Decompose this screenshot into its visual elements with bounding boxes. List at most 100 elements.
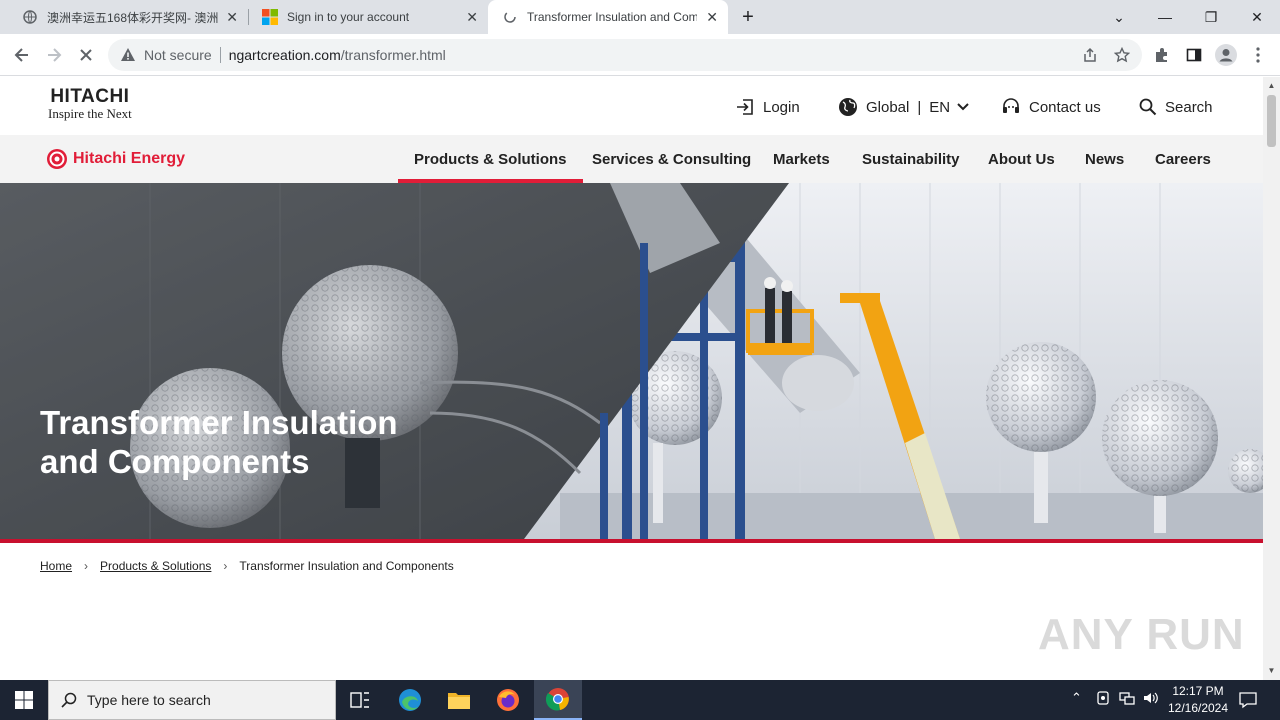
close-tab-icon[interactable]: ✕ bbox=[466, 9, 478, 26]
folder-icon bbox=[448, 693, 470, 709]
side-panel-button[interactable] bbox=[1181, 42, 1207, 68]
loading-spinner-icon bbox=[504, 11, 516, 23]
task-view-button[interactable] bbox=[336, 680, 384, 720]
close-tab-icon[interactable]: ✕ bbox=[226, 9, 238, 26]
headset-icon bbox=[1003, 98, 1019, 113]
tab-title: Transformer Insulation and Com bbox=[527, 10, 697, 24]
browser-tab-3[interactable]: Transformer Insulation and Com ✕ bbox=[488, 0, 728, 34]
scroll-up-icon[interactable]: ▲ bbox=[1267, 81, 1276, 90]
back-button[interactable] bbox=[9, 42, 35, 68]
start-button[interactable] bbox=[0, 680, 48, 720]
plus-icon: + bbox=[742, 5, 754, 28]
language-label: EN bbox=[929, 98, 951, 116]
nav-about-us[interactable]: About Us bbox=[988, 135, 1055, 183]
tab-search-button[interactable]: ⌄ bbox=[1096, 0, 1142, 34]
volume-icon[interactable] bbox=[1142, 690, 1158, 706]
nav-services-consulting[interactable]: Services & Consulting bbox=[592, 135, 751, 183]
login-link[interactable]: Login bbox=[735, 96, 800, 118]
show-hidden-icons-icon[interactable]: ⌃ bbox=[1071, 690, 1082, 706]
browser-toolbar: Not secure ngartcreation.com/transformer… bbox=[0, 34, 1280, 76]
stop-loading-button[interactable] bbox=[73, 42, 99, 68]
login-label: Login bbox=[763, 98, 800, 116]
browser-menu-button[interactable] bbox=[1245, 42, 1271, 68]
chevron-down-icon bbox=[957, 103, 969, 111]
task-view-icon bbox=[350, 692, 369, 708]
device-icon[interactable] bbox=[1096, 690, 1110, 706]
breadcrumb-home[interactable]: Home bbox=[40, 559, 72, 573]
nav-markets[interactable]: Markets bbox=[773, 135, 830, 183]
hitachi-logo[interactable]: HITACHI Inspire the Next bbox=[48, 87, 132, 121]
nav-products-solutions[interactable]: Products & Solutions bbox=[398, 135, 582, 183]
nav-news[interactable]: News bbox=[1085, 135, 1124, 183]
region-divider: | bbox=[917, 98, 922, 116]
hero-title-line-1: Transformer Insulation bbox=[40, 404, 398, 441]
anyrun-watermark: ANY RUN bbox=[1038, 610, 1245, 659]
chevron-down-icon: ⌄ bbox=[1113, 8, 1125, 25]
search-label: Search bbox=[1165, 98, 1213, 116]
forward-button[interactable] bbox=[41, 42, 67, 68]
taskbar-search-placeholder: Type here to search bbox=[87, 692, 211, 708]
network-icon[interactable] bbox=[1119, 690, 1135, 706]
avatar-icon bbox=[1215, 44, 1237, 66]
nav-careers[interactable]: Careers bbox=[1155, 135, 1211, 183]
globe-icon bbox=[23, 10, 37, 24]
notification-icon[interactable] bbox=[1239, 691, 1257, 709]
hero-title-line-2: and Components bbox=[40, 443, 310, 480]
breadcrumb-current: Transformer Insulation and Components bbox=[239, 559, 454, 573]
chrome-icon bbox=[546, 688, 569, 711]
firefox-taskbar-button[interactable] bbox=[484, 680, 532, 720]
site-search-link[interactable]: Search bbox=[1139, 96, 1213, 118]
tab-title: Sign in to your account bbox=[287, 10, 410, 24]
bookmark-star-icon[interactable] bbox=[1114, 47, 1130, 63]
region-selector[interactable]: Global | EN bbox=[838, 96, 969, 118]
contact-link[interactable]: Contact us bbox=[1001, 96, 1101, 118]
tab-title: 澳洲幸运五168体彩开奖网- 澳洲 bbox=[47, 10, 219, 25]
globe-icon bbox=[839, 98, 857, 116]
arrow-right-icon bbox=[48, 48, 62, 62]
file-explorer-taskbar-button[interactable] bbox=[435, 680, 483, 720]
browser-tab-2[interactable]: Sign in to your account ✕ bbox=[248, 0, 488, 34]
url-path: /transformer.html bbox=[340, 47, 446, 63]
brand-name: HITACHI bbox=[50, 86, 130, 107]
restore-icon: ❐ bbox=[1204, 8, 1218, 25]
puzzle-icon bbox=[1156, 48, 1167, 62]
sub-brand-label: Hitachi Energy bbox=[73, 150, 186, 167]
hero-accent-line bbox=[0, 539, 1263, 543]
address-bar[interactable]: Not secure ngartcreation.com/transformer… bbox=[108, 39, 1142, 71]
windows-logo-icon bbox=[15, 691, 33, 709]
extensions-button[interactable] bbox=[1149, 42, 1175, 68]
browser-tab-1[interactable]: 澳洲幸运五168体彩开奖网- 澳洲 ✕ bbox=[8, 0, 248, 34]
hero-title: Transformer Insulation and Components bbox=[40, 403, 460, 481]
url-host: ngartcreation.com bbox=[228, 47, 341, 63]
hitachi-energy-logo[interactable]: Hitachi Energy bbox=[46, 148, 185, 170]
side-panel-icon bbox=[1186, 48, 1202, 62]
close-tab-icon[interactable]: ✕ bbox=[706, 9, 718, 26]
microsoft-icon bbox=[262, 9, 278, 25]
nav-sustainability[interactable]: Sustainability bbox=[862, 135, 960, 183]
search-icon bbox=[61, 692, 77, 708]
share-icon[interactable] bbox=[1082, 47, 1098, 63]
profile-button[interactable] bbox=[1213, 42, 1239, 68]
close-icon: ✕ bbox=[1251, 8, 1263, 25]
scroll-down-icon[interactable]: ▼ bbox=[1267, 666, 1276, 675]
breadcrumb: Home › Products & Solutions › Transforme… bbox=[40, 559, 454, 573]
restore-button[interactable]: ❐ bbox=[1188, 0, 1234, 34]
address-divider bbox=[219, 47, 221, 63]
minimize-button[interactable]: — bbox=[1142, 0, 1188, 34]
windows-taskbar: Type here to search ⌃ 12:17 PM 12/16/202… bbox=[0, 680, 1280, 720]
taskbar-clock[interactable]: 12:17 PM 12/16/2024 bbox=[1160, 683, 1236, 717]
page-scrollbar[interactable]: ▲ ▼ bbox=[1263, 77, 1280, 680]
scrollbar-thumb[interactable] bbox=[1267, 95, 1276, 147]
brand-tagline: Inspire the Next bbox=[48, 106, 132, 121]
close-window-button[interactable]: ✕ bbox=[1234, 0, 1280, 34]
search-icon bbox=[1139, 98, 1157, 116]
edge-taskbar-button[interactable] bbox=[386, 680, 434, 720]
chrome-taskbar-button[interactable] bbox=[534, 680, 582, 720]
chevron-right-icon: › bbox=[223, 559, 228, 573]
new-tab-button[interactable]: + bbox=[725, 0, 771, 34]
taskbar-search-box[interactable]: Type here to search bbox=[48, 680, 336, 720]
security-label: Not secure bbox=[144, 47, 212, 63]
chevron-right-icon: › bbox=[84, 559, 89, 573]
firefox-icon bbox=[497, 689, 519, 711]
breadcrumb-products-solutions[interactable]: Products & Solutions bbox=[100, 559, 211, 573]
